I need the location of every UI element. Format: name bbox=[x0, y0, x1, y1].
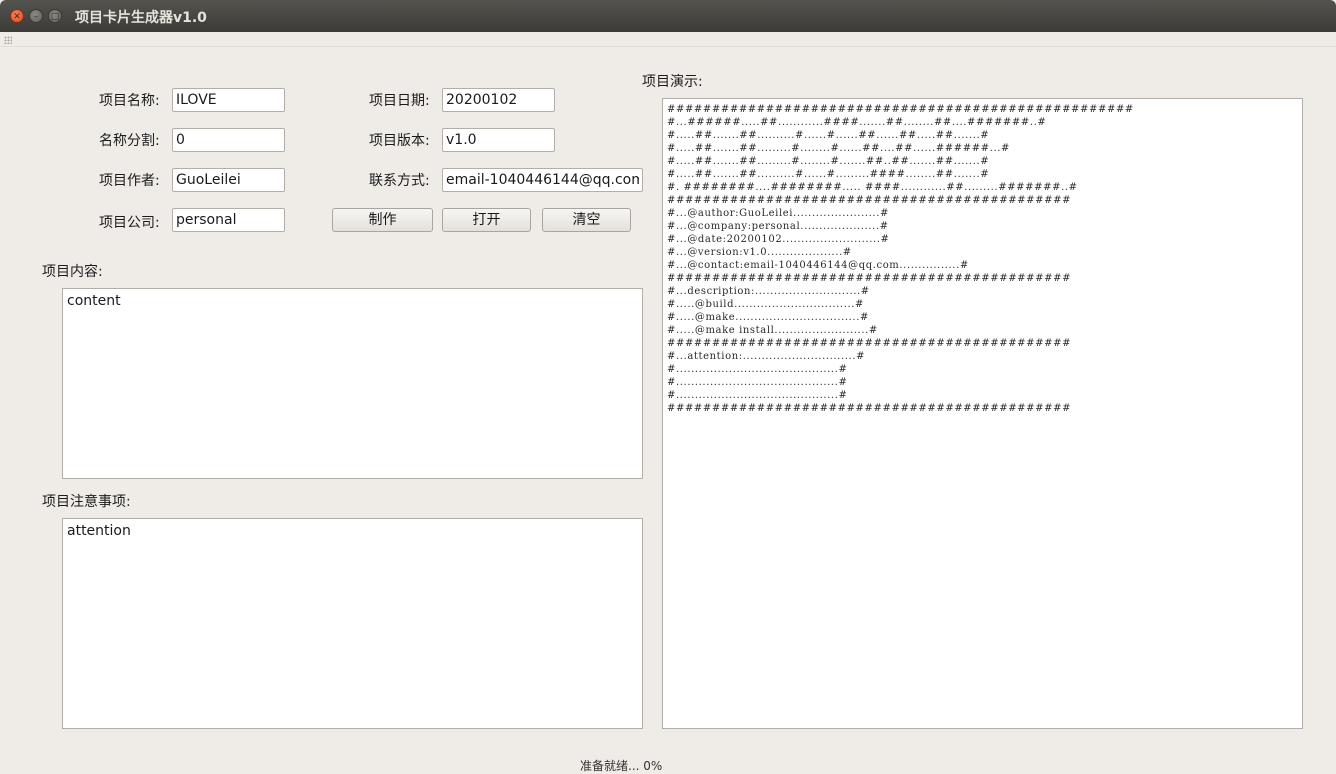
preview-line: #...@company:personal...................… bbox=[667, 221, 889, 232]
attention-label: 项目注意事项: bbox=[42, 494, 131, 510]
preview-line: #...@contact:email-1040446144@qq.com....… bbox=[667, 260, 969, 271]
preview-line: #.......................................… bbox=[667, 390, 848, 401]
contact-label: 联系方式: bbox=[369, 173, 430, 189]
contact-input[interactable] bbox=[442, 168, 643, 192]
preview-line: #...description:........................… bbox=[667, 286, 870, 297]
preview-line: #.....##.......##..........#......#.....… bbox=[667, 130, 990, 141]
close-icon[interactable]: ✕ bbox=[10, 9, 24, 23]
clear-button[interactable]: 清空 bbox=[542, 208, 631, 232]
preview-line: #...@version:v1.0....................# bbox=[667, 247, 852, 258]
preview-line: ########################################… bbox=[667, 273, 1072, 284]
maximize-icon[interactable]: □ bbox=[48, 9, 62, 23]
preview-line: #.......................................… bbox=[667, 364, 848, 375]
preview-line: #...attention:..........................… bbox=[667, 351, 866, 362]
preview-line: ########################################… bbox=[667, 403, 1072, 414]
project-company-label: 项目公司: bbox=[99, 215, 160, 231]
preview-panel[interactable]: ########################################… bbox=[662, 98, 1303, 729]
project-date-label: 项目日期: bbox=[369, 93, 430, 109]
name-split-label: 名称分割: bbox=[99, 133, 160, 149]
project-author-label: 项目作者: bbox=[99, 173, 160, 189]
preview-line: ########################################… bbox=[667, 104, 1134, 115]
make-button[interactable]: 制作 bbox=[332, 208, 433, 232]
project-name-label: 项目名称: bbox=[99, 93, 160, 109]
preview-line: ########################################… bbox=[667, 338, 1072, 349]
open-button[interactable]: 打开 bbox=[442, 208, 531, 232]
status-text: 准备就绪... 0% bbox=[580, 759, 663, 773]
title-bar: ✕ – □ 项目卡片生成器v1.0 bbox=[0, 0, 1336, 32]
content-label: 项目内容: bbox=[42, 264, 103, 280]
preview-line: #.....##.......##.........#........#....… bbox=[667, 143, 1010, 154]
project-version-label: 项目版本: bbox=[369, 133, 430, 149]
attention-textarea[interactable]: attention bbox=[62, 518, 643, 729]
preview-line: #.....@make.............................… bbox=[667, 312, 869, 323]
project-date-input[interactable] bbox=[442, 88, 555, 112]
preview-line: #.....@build............................… bbox=[667, 299, 865, 310]
project-name-input[interactable] bbox=[172, 88, 285, 112]
preview-label: 项目演示: bbox=[642, 74, 703, 90]
preview-line: ########################################… bbox=[667, 195, 1072, 206]
name-split-input[interactable] bbox=[172, 128, 285, 152]
preview-line: #...######.....##............####.......… bbox=[667, 117, 1047, 128]
preview-line: #...@author:GuoLeilei...................… bbox=[667, 208, 889, 219]
window-title: 项目卡片生成器v1.0 bbox=[75, 10, 207, 26]
content-textarea[interactable]: content bbox=[62, 288, 643, 479]
preview-line: #.....##.......##..........#......#.....… bbox=[667, 169, 990, 180]
preview-line: #.....##.......##.........#........#....… bbox=[667, 156, 990, 167]
preview-line: #. ########....########..... ####.......… bbox=[667, 182, 1078, 193]
project-author-input[interactable] bbox=[172, 168, 285, 192]
preview-text: ########################################… bbox=[667, 103, 1298, 415]
preview-line: #.....@make install.....................… bbox=[667, 325, 878, 336]
toolbar-divider bbox=[0, 46, 1336, 47]
minimize-icon[interactable]: – bbox=[29, 9, 43, 23]
preview-line: #.......................................… bbox=[667, 377, 848, 388]
preview-line: #...@date:20200102......................… bbox=[667, 234, 890, 245]
project-version-input[interactable] bbox=[442, 128, 555, 152]
toolbar-grip-icon[interactable] bbox=[4, 36, 12, 44]
project-company-input[interactable] bbox=[172, 208, 285, 232]
